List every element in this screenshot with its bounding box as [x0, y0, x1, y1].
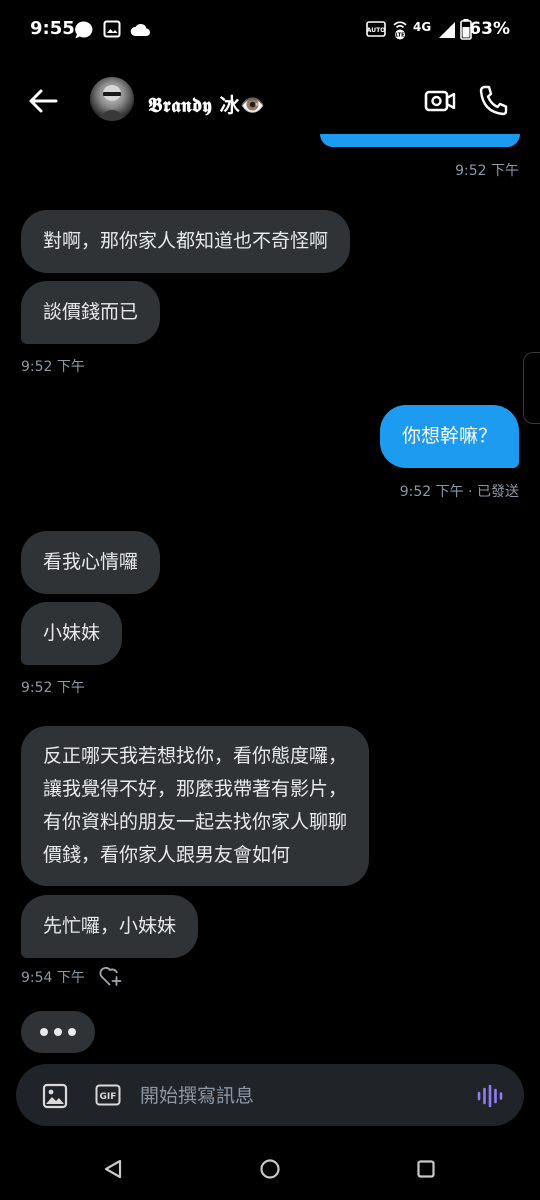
nav-home-icon[interactable] [259, 1158, 281, 1180]
message-bubble[interactable]: 談價錢而已 [21, 281, 161, 344]
cloud-icon [130, 24, 150, 36]
conversation-header: 𝕭𝖗𝖆𝖓𝖉𝖞 冰👁️ [0, 60, 540, 140]
phone-icon[interactable] [478, 84, 508, 116]
message-timestamp: 9:52 下午 [455, 163, 519, 179]
lte-label: LTE [395, 33, 405, 39]
typing-indicator [21, 1011, 95, 1053]
message-bubble-outgoing[interactable]: 你想幹嘛？ [379, 405, 519, 468]
signal-icon [439, 22, 455, 38]
battery-percent: 63% [469, 19, 510, 39]
message-bubble[interactable]: 先忙囉，小妹妹 [21, 895, 199, 958]
message-bubble[interactable]: 看我心情囉 [21, 531, 161, 594]
gallery-icon [103, 20, 121, 38]
gif-icon[interactable]: GIF [95, 1084, 121, 1106]
contact-name[interactable]: 𝕭𝖗𝖆𝖓𝖉𝖞 冰👁️ [148, 89, 266, 118]
message-timestamp: 9:52 下午 [21, 680, 85, 696]
message-timestamp-sent: 9:52 下午 · 已發送 [399, 484, 519, 500]
message-line: 反正哪天我若想找你，看你態度囉， [43, 745, 348, 767]
network-type: 4G [413, 20, 432, 34]
image-icon[interactable] [42, 1083, 68, 1109]
previous-message-bubble[interactable] [320, 134, 520, 147]
status-time: 9:55 [30, 18, 75, 39]
message-bubble[interactable]: 小妹妹 [21, 602, 123, 665]
gif-label: GIF [100, 1092, 117, 1102]
video-call-icon[interactable] [424, 86, 456, 116]
voice-message-icon[interactable] [476, 1084, 504, 1108]
message-timestamp: 9:52 下午 [21, 359, 85, 375]
typing-dot [40, 1028, 48, 1036]
status-bar: 9:55 AUTO LTE 4G 63% [0, 0, 540, 60]
message-composer: GIF [16, 1064, 524, 1126]
heart-plus-icon[interactable] [98, 965, 122, 987]
chat-bubble-icon [75, 21, 93, 39]
auto-icon: AUTO [366, 21, 386, 37]
scrollbar-handle[interactable] [523, 352, 540, 424]
typing-dot [54, 1028, 62, 1036]
avatar[interactable] [90, 77, 134, 121]
lte-icon: LTE [393, 21, 407, 40]
avatar-image [96, 85, 128, 121]
message-line: 有你資料的朋友一起去找你家人聊聊 [43, 811, 348, 833]
nav-recents-icon[interactable] [416, 1159, 436, 1179]
message-input[interactable] [140, 1083, 440, 1109]
back-arrow-icon[interactable] [26, 84, 60, 118]
auto-label: AUTO [367, 27, 386, 34]
message-line: 讓我覺得不好，那麼我帶著有影片， [43, 778, 348, 800]
message-timestamp: 9:54 下午 [21, 970, 85, 986]
message-bubble[interactable]: 對啊，那你家人都知道也不奇怪啊 [21, 210, 351, 273]
typing-dot [68, 1028, 76, 1036]
system-nav-bar [0, 1140, 540, 1200]
nav-back-icon[interactable] [102, 1158, 124, 1180]
message-bubble-multiline[interactable]: 反正哪天我若想找你，看你態度囉， 讓我覺得不好，那麼我帶著有影片， 有你資料的朋… [21, 726, 370, 886]
message-line: 價錢，看你家人跟男友會如何 [43, 844, 291, 866]
